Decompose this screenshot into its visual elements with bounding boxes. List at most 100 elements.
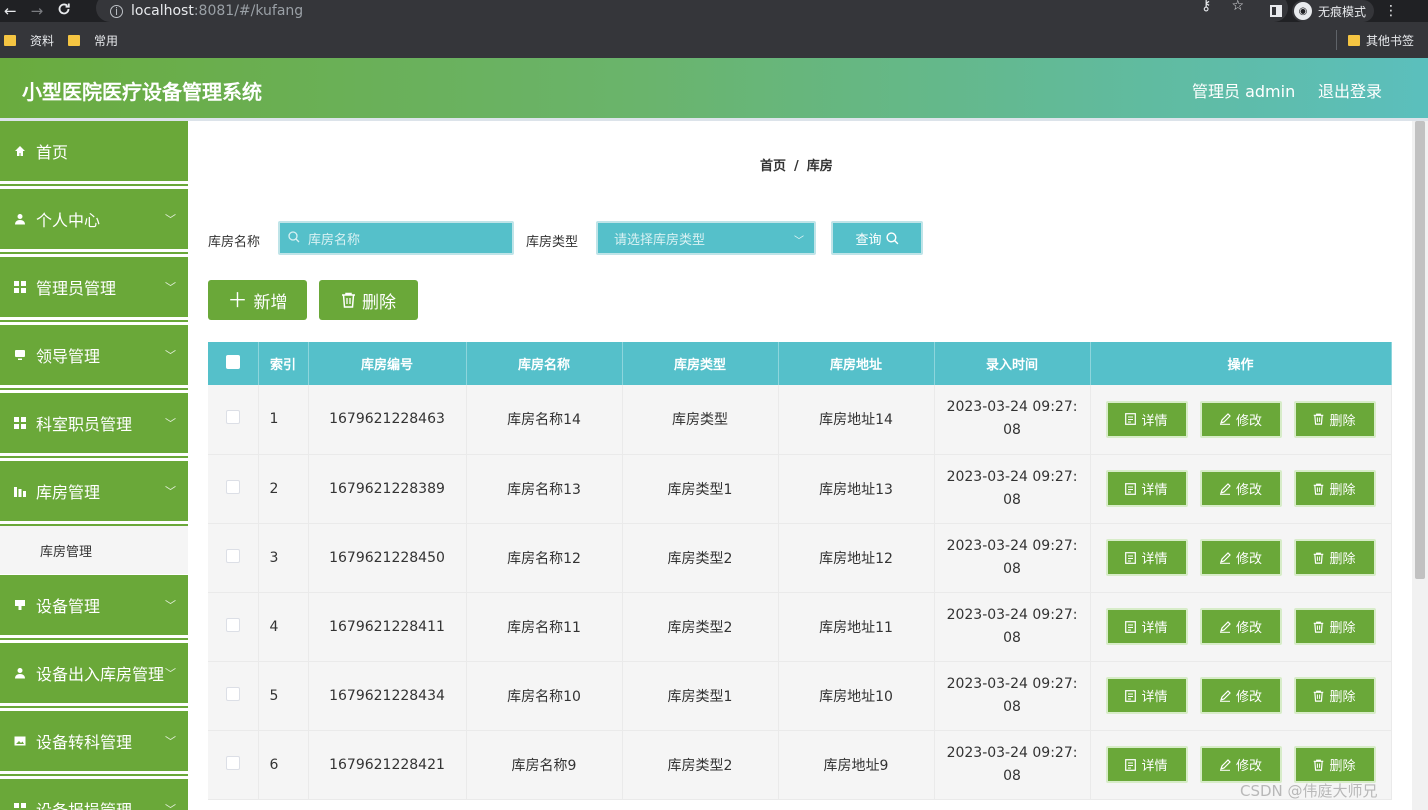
row-actions: 详情 修改 删除 — [1090, 523, 1392, 593]
sidebar-item-device[interactable]: 设备管理 ﹀ — [0, 575, 188, 640]
detail-button[interactable]: 详情 — [1105, 746, 1188, 783]
edit-button[interactable]: 修改 — [1199, 677, 1282, 714]
reload-button[interactable] — [57, 2, 71, 20]
other-bookmarks[interactable]: 其他书签 — [1348, 32, 1414, 49]
detail-button[interactable]: 详情 — [1105, 539, 1188, 576]
delete-button[interactable]: 删除 — [1293, 539, 1376, 576]
sidepanel-icon[interactable] — [1270, 5, 1282, 17]
sidebar-item-staff[interactable]: 科室职员管理 ﹀ — [0, 393, 188, 458]
chevron-down-icon: ﹀ — [165, 667, 176, 680]
logout-button[interactable]: 退出登录 — [1318, 78, 1382, 102]
created-time: 2023-03-24 09:27:08 — [934, 523, 1091, 593]
edit-button[interactable]: 修改 — [1199, 608, 1282, 645]
delete-button[interactable]: 删除 — [1293, 470, 1376, 507]
batch-delete-button[interactable]: 删除 — [319, 280, 418, 320]
trash-icon — [1314, 552, 1324, 564]
warehouse-name: 库房名称12 — [466, 523, 623, 593]
back-button[interactable]: ← — [4, 2, 17, 20]
row-actions: 详情 修改 删除 — [1090, 661, 1392, 731]
detail-button[interactable]: 详情 — [1105, 608, 1188, 645]
document-icon — [1125, 413, 1137, 426]
chevron-down-icon: ﹀ — [794, 236, 804, 247]
warehouse-name-input[interactable]: 库房名称 — [278, 221, 514, 255]
warehouse-address: 库房地址14 — [778, 385, 935, 455]
folder-icon — [4, 35, 16, 46]
sidebar-item-device-inout[interactable]: 设备出入库房管理 ﹀ — [0, 643, 188, 708]
created-time: 2023-03-24 09:27:08 — [934, 661, 1091, 731]
scrollbar-thumb[interactable] — [1415, 121, 1425, 579]
add-label: 新增 — [253, 292, 288, 313]
home-icon — [14, 145, 26, 157]
delete-button[interactable]: 删除 — [1293, 677, 1376, 714]
row-checkbox[interactable] — [225, 410, 240, 425]
column-header: 库房名称 — [466, 342, 623, 385]
edit-label: 修改 — [1235, 759, 1262, 774]
sidebar-subitem-warehouse[interactable]: 库房管理 — [0, 526, 188, 574]
delete-button[interactable]: 删除 — [1293, 746, 1376, 783]
address-bar[interactable]: i localhost:8081/#/kufang ⚷ ☆ — [96, 0, 1288, 22]
add-button[interactable]: ＋ 新增 — [208, 280, 307, 320]
delete-button[interactable]: 删除 — [1293, 400, 1376, 438]
watermark: CSDN @伟庭大师兄 — [1240, 782, 1378, 800]
query-button[interactable]: 查询 — [831, 221, 923, 255]
row-index: 2 — [258, 454, 309, 524]
sidebar-item-home[interactable]: 首页 — [0, 121, 188, 186]
sidebar-item-device-damage[interactable]: 设备报损管理 ﹀ — [0, 779, 188, 810]
trash-icon — [1314, 413, 1324, 425]
delete-label: 删除 — [362, 292, 396, 313]
browser-toolbar: ← → i localhost:8081/#/kufang ⚷ ☆ ◉ 无痕模式… — [0, 0, 1428, 22]
menu-icon[interactable]: ⋮ — [1384, 3, 1398, 19]
row-checkbox[interactable] — [225, 479, 240, 494]
warehouse-code: 1679621228389 — [308, 454, 467, 524]
chevron-down-icon: ﹀ — [165, 485, 176, 498]
breadcrumb: 首页 / 库房 — [760, 155, 833, 174]
row-checkbox[interactable] — [225, 755, 240, 770]
folder-icon — [68, 35, 80, 46]
edit-button[interactable]: 修改 — [1199, 400, 1282, 438]
device-icon — [14, 599, 26, 611]
info-icon[interactable]: i — [110, 4, 123, 18]
edit-button[interactable]: 修改 — [1199, 539, 1282, 576]
sidebar-item-label: 设备报损管理 — [36, 797, 132, 810]
sidebar-item-label: 科室职员管理 — [36, 415, 133, 434]
warehouse-name-label: 库房名称 — [208, 235, 261, 250]
forward-button[interactable]: → — [31, 2, 44, 20]
sidebar-item-device-transfer[interactable]: 设备转科管理 ﹀ — [0, 711, 188, 776]
edit-button[interactable]: 修改 — [1199, 470, 1282, 507]
key-icon[interactable]: ⚷ — [1201, 0, 1211, 14]
detail-button[interactable]: 详情 — [1105, 400, 1188, 438]
table-header-row: 索引 库房编号 库房名称 库房类型 库房地址 录入时间 操作 — [208, 342, 1392, 385]
detail-button[interactable]: 详情 — [1105, 470, 1188, 507]
document-icon — [1125, 482, 1137, 495]
edit-icon — [1219, 551, 1231, 564]
row-index: 5 — [258, 661, 309, 731]
incognito-badge[interactable]: ◉ 无痕模式 — [1292, 0, 1375, 22]
row-checkbox[interactable] — [225, 686, 240, 701]
delete-button[interactable]: 删除 — [1293, 608, 1376, 645]
row-checkbox[interactable] — [225, 548, 240, 563]
warehouse-type-select[interactable]: 请选择库房类型 ﹀ — [596, 221, 816, 255]
grid-icon — [14, 417, 26, 429]
select-all-checkbox[interactable] — [225, 354, 240, 369]
sidebar-item-leader[interactable]: 领导管理 ﹀ — [0, 325, 188, 390]
sidebar-item-admin[interactable]: 管理员管理 ﹀ — [0, 257, 188, 322]
bookmark-folder[interactable]: 资料 — [4, 32, 54, 49]
delete-label: 删除 — [1329, 621, 1356, 636]
sidebar-item-profile[interactable]: 个人中心 ﹀ — [0, 189, 188, 254]
row-index: 3 — [258, 523, 309, 593]
warehouse-type: 库房类型1 — [622, 454, 779, 524]
column-header: 库房编号 — [308, 342, 467, 385]
warehouse-type: 库房类型1 — [622, 661, 779, 731]
breadcrumb-home[interactable]: 首页 — [760, 159, 786, 174]
created-time: 2023-03-24 09:27:08 — [934, 454, 1091, 524]
warehouse-type: 库房类型2 — [622, 523, 779, 593]
page-scrollbar[interactable] — [1412, 121, 1428, 810]
row-checkbox[interactable] — [225, 617, 240, 632]
detail-button[interactable]: 详情 — [1105, 677, 1188, 714]
bookmark-folder[interactable]: 常用 — [68, 32, 118, 49]
star-icon[interactable]: ☆ — [1231, 0, 1244, 14]
sidebar-item-label: 设备转科管理 — [36, 733, 133, 752]
sidebar-item-warehouse[interactable]: 库房管理 ﹀ — [0, 461, 188, 526]
edit-button[interactable]: 修改 — [1199, 746, 1282, 783]
monitor-icon — [14, 349, 26, 361]
